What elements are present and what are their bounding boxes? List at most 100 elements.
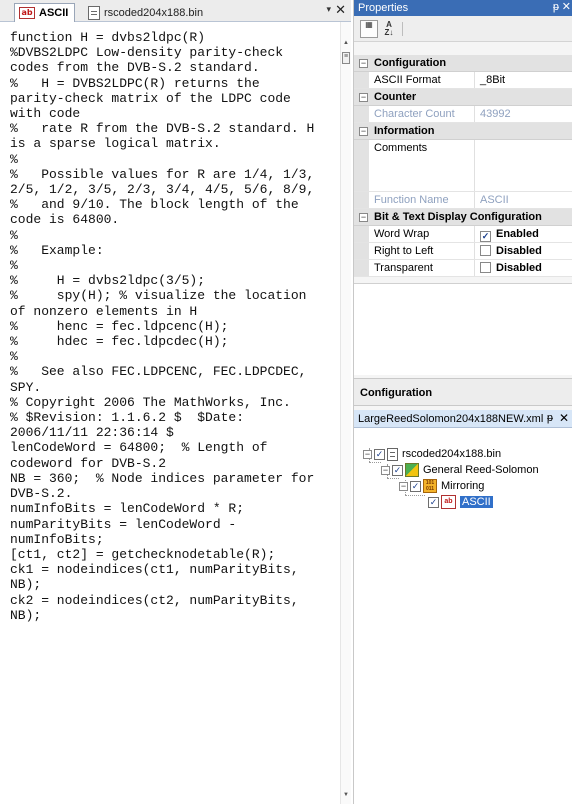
property-value[interactable]: ASCII <box>480 194 509 206</box>
checkbox[interactable]: ✓ <box>480 231 491 242</box>
collapse-icon[interactable]: − <box>359 93 368 102</box>
code-line: codes from the DVB-S.2 standard. <box>10 60 260 76</box>
configuration-panel-title: Configuration <box>354 378 572 406</box>
code-line: numParityBits = lenCodeWord - <box>10 516 237 532</box>
code-line: % and 9/10. The block length of the <box>10 197 299 213</box>
tree-checkbox[interactable]: ✓ <box>374 448 385 460</box>
row-gutter <box>354 192 369 208</box>
tab-ascii[interactable]: ab ASCII <box>14 3 76 22</box>
document-icon <box>88 5 100 20</box>
scroll-up-arrow-icon[interactable]: ▲ <box>343 40 349 46</box>
tree-node-label: rscoded204x188.bin <box>402 448 502 460</box>
code-line: function H = dvbs2ldpc(R) <box>10 30 206 45</box>
tree-node-general-reed-solomon[interactable]: − ✓ General Reed-Solomon <box>381 462 539 478</box>
property-row[interactable]: Function Name ASCII <box>354 192 572 209</box>
category-row[interactable]: − Configuration <box>354 55 572 72</box>
property-row[interactable]: Comments <box>354 140 572 192</box>
tree-connector-line <box>387 478 399 479</box>
tree-checkbox[interactable]: ✓ <box>410 480 421 492</box>
property-name: Right to Left <box>374 245 434 257</box>
checkbox[interactable] <box>480 262 491 273</box>
property-row[interactable]: Right to Left Disabled <box>354 243 572 260</box>
code-line: 2006/11/11 22:36:14 $ <box>10 425 174 441</box>
category-label: Bit & Text Display Configuration <box>374 211 542 223</box>
tree-node-label-selected: ASCII <box>460 496 493 508</box>
code-line: % Example: <box>10 242 104 258</box>
pin-icon[interactable]: ᵽ <box>547 412 553 424</box>
ascii-ab-icon: ab <box>19 7 35 19</box>
property-value[interactable]: Disabled <box>480 245 542 257</box>
property-value[interactable]: _8Bit <box>480 74 505 86</box>
tree-checkbox[interactable]: ✓ <box>428 496 439 508</box>
tree-node-mirroring[interactable]: − ✓ 101 011 Mirroring <box>399 478 484 494</box>
close-icon[interactable]: ✕ <box>562 0 571 13</box>
row-gutter <box>354 72 369 88</box>
category-row[interactable]: − Bit & Text Display Configuration <box>354 209 572 226</box>
property-row[interactable]: Word Wrap ✓ Enabled <box>354 226 572 243</box>
right-pane: Properties ᵽ ✕ ▦ A Z↓ − Configuration ASCII… <box>353 0 572 804</box>
property-value[interactable]: Disabled <box>480 262 542 274</box>
scrollbar-thumb[interactable]: ≡ <box>342 52 350 64</box>
code-line: % $Revision: 1.1.6.2 $ $Date: <box>10 410 245 426</box>
property-row[interactable]: ASCII Format _8Bit <box>354 72 572 89</box>
code-line: % H = DVBS2LDPC(R) returns the <box>10 75 260 91</box>
alphabetical-sort-icon[interactable]: A Z↓ <box>380 20 398 38</box>
properties-header: Properties ᵽ ✕ <box>354 0 572 16</box>
code-line: numInfoBits; <box>10 531 104 547</box>
category-row[interactable]: − Counter <box>354 89 572 106</box>
close-tab-icon[interactable]: ✕ <box>335 2 346 18</box>
code-line: NB = 360; % Node indices parameter for <box>10 470 315 486</box>
collapse-icon[interactable]: − <box>359 213 368 222</box>
collapse-icon[interactable]: − <box>363 449 372 459</box>
code-line: code is 64800. <box>10 212 120 228</box>
collapse-icon[interactable]: − <box>359 59 368 68</box>
code-line: % <box>10 349 18 365</box>
code-line: SPY. <box>10 379 42 395</box>
checkbox-label: Disabled <box>496 262 542 274</box>
tab-ascii-label: ASCII <box>39 7 69 19</box>
pin-icon[interactable]: ᵽ <box>553 1 559 13</box>
code-line: lenCodeWord = 64800; % Length of <box>10 440 268 456</box>
document-icon <box>387 447 398 461</box>
property-value[interactable]: 43992 <box>480 108 511 120</box>
column-divider[interactable] <box>474 106 475 122</box>
properties-toolbar: ▦ A Z↓ <box>354 16 572 42</box>
scroll-down-arrow-icon[interactable]: ▼ <box>343 792 349 798</box>
code-line: NB); <box>10 577 42 593</box>
collapse-icon[interactable]: − <box>359 127 368 136</box>
checkbox[interactable] <box>480 245 491 256</box>
code-line: % spy(H); % visualize the location <box>10 288 307 304</box>
column-divider[interactable] <box>474 140 475 191</box>
code-line: % H = dvbs2ldpc(3/5); <box>10 273 206 289</box>
configuration-tree: − ✓ rscoded204x188.bin − ✓ General Reed-… <box>354 428 572 804</box>
column-divider[interactable] <box>474 260 475 276</box>
reed-solomon-icon <box>405 463 419 477</box>
tree-node-ascii[interactable]: ✓ ab ASCII <box>428 494 493 510</box>
code-line: %DVBS2LDPC Low-density parity-check <box>10 45 284 61</box>
column-divider[interactable] <box>474 72 475 88</box>
code-line: % Possible values for R are 1/4, 1/3, <box>10 166 315 182</box>
tree-checkbox[interactable]: ✓ <box>392 464 403 476</box>
property-row[interactable]: Transparent Disabled <box>354 260 572 277</box>
category-row[interactable]: − Information <box>354 123 572 140</box>
property-name: Word Wrap <box>374 228 430 240</box>
close-icon[interactable]: ✕ <box>559 411 569 425</box>
property-value[interactable]: ✓ Enabled <box>480 228 539 242</box>
column-divider[interactable] <box>474 243 475 259</box>
code-line: parity-check matrix of the LDPC code <box>10 90 291 106</box>
collapse-icon[interactable]: − <box>381 465 390 475</box>
column-divider[interactable] <box>474 192 475 208</box>
code-text-area[interactable]: function H = dvbs2ldpc(R) %DVBS2LDPC Low-… <box>0 22 340 804</box>
tab-rscoded-file[interactable]: rscoded204x188.bin <box>84 3 209 22</box>
tab-list-dropdown-icon[interactable]: ▾ <box>326 4 331 15</box>
checkbox-label: Disabled <box>496 245 542 257</box>
code-line: numInfoBits = lenCodeWord * R; <box>10 501 245 517</box>
tree-node-rscoded-file[interactable]: − ✓ rscoded204x188.bin <box>363 446 501 462</box>
code-line: ck1 = nodeindices(ct1, numParityBits, <box>10 562 299 578</box>
column-divider[interactable] <box>474 226 475 242</box>
property-name: Transparent <box>374 262 433 274</box>
collapse-icon[interactable]: − <box>399 481 408 491</box>
categorized-icon[interactable]: ▦ <box>360 20 378 38</box>
editor-vertical-scrollbar[interactable]: ▲ ≡ ▼ <box>340 22 351 804</box>
property-row[interactable]: Character Count 43992 <box>354 106 572 123</box>
